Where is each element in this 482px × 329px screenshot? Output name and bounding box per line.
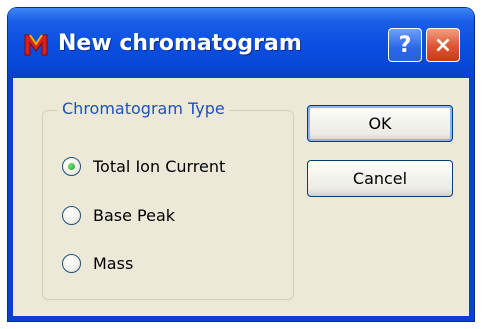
help-button[interactable]: ? — [388, 28, 422, 62]
dialog-window: New chromatogram ? × Chromatogram Type T… — [8, 8, 474, 321]
option-label: Base Peak — [93, 205, 176, 225]
radio-total-ion-current[interactable] — [62, 156, 81, 176]
option-total-ion-current[interactable]: Total Ion Current — [62, 154, 225, 178]
close-icon: × — [433, 32, 453, 58]
window-title: New chromatogram — [58, 31, 302, 56]
radio-mass[interactable] — [62, 253, 81, 273]
option-base-peak[interactable]: Base Peak — [62, 203, 175, 227]
option-label: Total Ion Current — [93, 156, 226, 176]
ok-button[interactable]: OK — [307, 105, 453, 142]
dialog-client-area: Chromatogram Type Total Ion Current Base… — [13, 78, 469, 316]
radio-base-peak[interactable] — [62, 205, 81, 225]
cancel-button[interactable]: Cancel — [307, 160, 453, 197]
m-app-icon — [24, 34, 48, 56]
help-icon: ? — [398, 32, 412, 58]
option-label: Mass — [93, 253, 134, 273]
group-legend: Chromatogram Type — [58, 99, 229, 119]
title-bar[interactable]: New chromatogram ? × — [8, 8, 474, 78]
close-button[interactable]: × — [426, 28, 460, 62]
option-mass[interactable]: Mass — [62, 251, 133, 275]
